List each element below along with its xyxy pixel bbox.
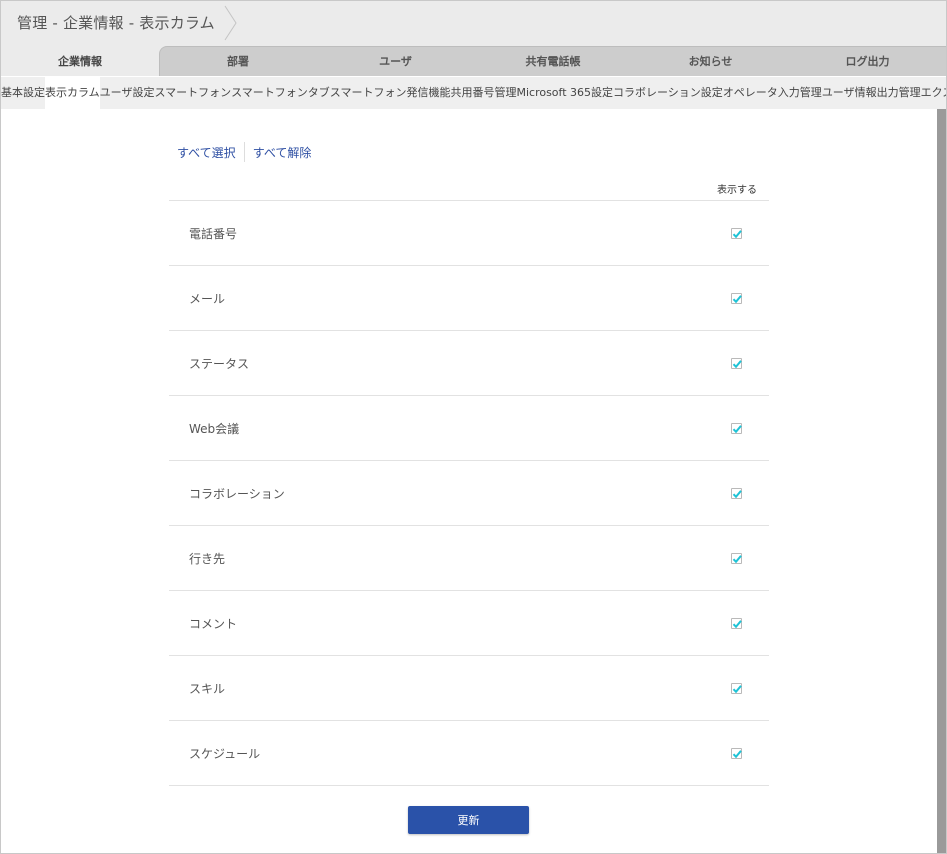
sub-tab-bar: 基本設定表示カラムユーザ設定スマートフォンスマートフォンタブスマートフォン発信機…	[1, 77, 946, 109]
column-label: 電話番号	[189, 227, 238, 241]
column-label: スキル	[189, 682, 226, 696]
display-checkbox[interactable]	[731, 423, 742, 434]
app-window: 管理 - 企業情報 - 表示カラム 企業情報 部署 ユーザ 共有電話帳 お知らせ…	[0, 0, 947, 854]
scrollbar-thumb[interactable]	[937, 109, 946, 853]
column-label: 行き先	[189, 552, 226, 566]
display-checkbox[interactable]	[731, 553, 742, 564]
tab-notices[interactable]: お知らせ	[632, 45, 789, 76]
column-list: 電話番号 メール ステータス Web会議 コラボレーション 行き先 コメント ス…	[169, 201, 769, 786]
title-bar: 管理 - 企業情報 - 表示カラム	[1, 1, 946, 45]
list-item: コメント	[169, 591, 769, 656]
subtab-microsoft-365[interactable]: Microsoft 365設定	[516, 77, 613, 109]
list-item: コラボレーション	[169, 461, 769, 526]
display-checkbox[interactable]	[731, 748, 742, 759]
subtab-display-columns[interactable]: 表示カラム	[45, 77, 100, 109]
bulk-actions: すべて選択 すべて解除	[169, 142, 319, 162]
subtab-export[interactable]: エクス	[921, 77, 946, 109]
tab-label: お知らせ	[688, 54, 733, 68]
display-checkbox[interactable]	[731, 358, 742, 369]
checkmark-icon	[732, 295, 742, 304]
select-all-link[interactable]: すべて選択	[169, 144, 244, 161]
list-item: 行き先	[169, 526, 769, 591]
checkmark-icon	[732, 230, 742, 239]
subtab-smartphone-calling[interactable]: スマートフォン発信機能	[330, 77, 451, 109]
checkmark-icon	[732, 425, 742, 434]
subtab-user-settings[interactable]: ユーザ設定	[100, 77, 155, 109]
column-label: Web会議	[189, 422, 240, 436]
list-item: Web会議	[169, 396, 769, 461]
column-label: ステータス	[189, 357, 250, 371]
column-header-display: 表示する	[717, 185, 757, 196]
main-tab-bar: 企業情報 部署 ユーザ 共有電話帳 お知らせ ログ出力	[1, 45, 946, 76]
display-checkbox[interactable]	[731, 488, 742, 499]
subtab-shared-number[interactable]: 共用番号管理	[450, 77, 516, 109]
deselect-all-link[interactable]: すべて解除	[245, 144, 320, 161]
tab-shared-phonebook[interactable]: 共有電話帳	[474, 45, 632, 76]
subtab-smartphone[interactable]: スマートフォン	[154, 77, 231, 109]
tab-label: 企業情報	[58, 54, 102, 68]
tab-label: 共有電話帳	[525, 54, 581, 68]
checkmark-icon	[732, 490, 742, 499]
list-item: 電話番号	[169, 201, 769, 266]
display-checkbox[interactable]	[731, 683, 742, 694]
checkmark-icon	[732, 555, 742, 564]
checkmark-icon	[732, 750, 742, 759]
tab-departments[interactable]: 部署	[159, 45, 317, 76]
subtab-collaboration[interactable]: コラボレーション設定	[613, 77, 723, 109]
tab-company-info[interactable]: 企業情報	[1, 45, 159, 76]
list-item: スキル	[169, 656, 769, 721]
checkmark-icon	[732, 360, 742, 369]
tab-log-output[interactable]: ログ出力	[789, 45, 946, 76]
column-label: コラボレーション	[189, 487, 285, 501]
update-button[interactable]: 更新	[408, 806, 529, 834]
display-checkbox[interactable]	[731, 293, 742, 304]
column-label: コメント	[189, 617, 238, 631]
list-item: メール	[169, 266, 769, 331]
tab-users[interactable]: ユーザ	[317, 45, 474, 76]
checkmark-icon	[732, 685, 742, 694]
subtab-basic-settings[interactable]: 基本設定	[1, 77, 45, 109]
tab-label: 部署	[227, 54, 249, 68]
checkmark-icon	[732, 620, 742, 629]
subtab-smartphone-tabs[interactable]: スマートフォンタブ	[231, 77, 330, 109]
subtab-operator-input[interactable]: オペレータ入力管理	[723, 77, 822, 109]
display-checkbox[interactable]	[731, 618, 742, 629]
breadcrumb: 管理 - 企業情報 - 表示カラム	[17, 14, 215, 32]
subtab-user-info-output[interactable]: ユーザ情報出力管理	[822, 77, 921, 109]
display-checkbox[interactable]	[731, 228, 742, 239]
tab-label: ユーザ	[379, 54, 412, 68]
column-label: メール	[189, 292, 226, 306]
column-label: スケジュール	[189, 747, 261, 761]
list-item: スケジュール	[169, 721, 769, 786]
list-item: ステータス	[169, 331, 769, 396]
tab-label: ログ出力	[845, 54, 890, 68]
breadcrumb-chevron-icon	[224, 5, 237, 41]
